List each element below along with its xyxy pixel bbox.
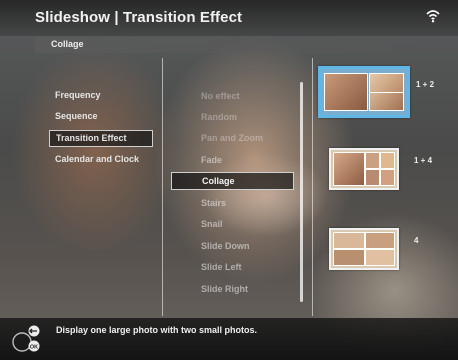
preview-tile [369,92,404,111]
preview-tile [380,169,395,186]
effect-item-fade[interactable]: Fade [171,151,294,169]
effect-item-slide-down[interactable]: Slide Down [171,237,294,255]
effect-item-random[interactable]: Random [171,108,294,126]
preview-tile [365,152,380,169]
effect-item-collage[interactable]: Collage [171,172,294,190]
help-description: Display one large photo with two small p… [56,325,258,335]
effects-scrollbar[interactable] [300,82,303,302]
preview-tile [365,169,380,186]
menu-item-transition-effect[interactable]: Transition Effect [49,130,153,147]
preview-tile [333,249,365,266]
column-divider [312,58,313,316]
preview-tile [333,152,365,186]
preview-tile [365,232,395,249]
preview-label: 4 [414,236,419,245]
preview-tile [380,152,395,169]
preview-thumbnail-4[interactable] [329,228,399,270]
effect-item-slide-left[interactable]: Slide Left [171,258,294,276]
preview-thumbnail-1-plus-2[interactable] [318,66,410,118]
effect-item-no-effect[interactable]: No effect [171,87,294,105]
svg-text:OK: OK [30,345,38,351]
menu-item-sequence[interactable]: Sequence [49,108,153,125]
menu-item-frequency[interactable]: Frequency [49,87,153,104]
preview-thumbnail-1-plus-4[interactable] [329,148,399,190]
effect-item-stairs[interactable]: Stairs [171,194,294,212]
effect-item-slide-right[interactable]: Slide Right [171,280,294,298]
breadcrumb-label: Collage [51,39,84,49]
preview-label: 1 + 4 [414,156,433,165]
preview-tile [369,73,404,93]
effect-item-pan-and-zoom[interactable]: Pan and Zoom [171,129,294,147]
menu-item-calendar-and-clock[interactable]: Calendar and Clock [49,151,153,168]
page-title: Slideshow | Transition Effect [35,9,243,26]
wifi-icon [426,10,440,23]
preview-label: 1 + 2 [416,80,435,89]
preview-tile [324,73,368,111]
effect-item-snail[interactable]: Snail [171,215,294,233]
breadcrumb: Collage [35,37,415,53]
title-bar: Slideshow | Transition Effect [0,0,458,36]
nav-ring-icon: OK [12,325,40,352]
column-divider [162,58,163,316]
preview-tile [333,232,365,249]
preview-tile [365,249,395,266]
